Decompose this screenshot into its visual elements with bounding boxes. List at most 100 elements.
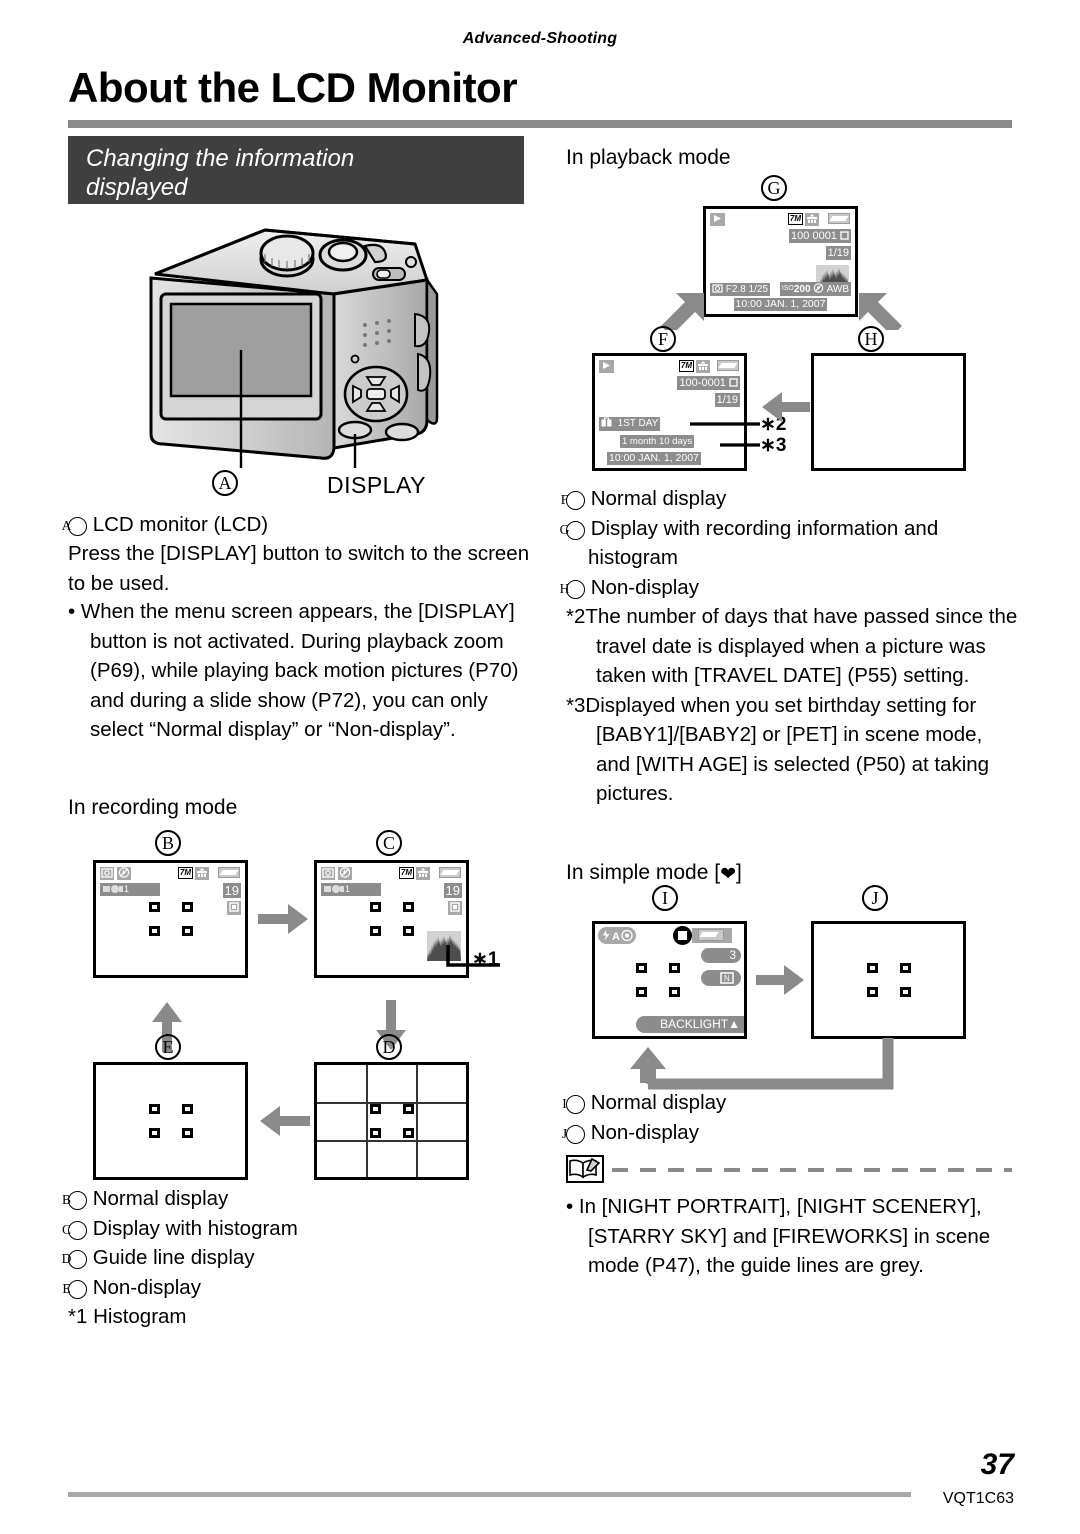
legend-item-c: C Display with histogram: [62, 1214, 538, 1244]
bullet-dot: •: [68, 600, 81, 623]
af-frame: [148, 1104, 193, 1138]
running-head: Advanced-Shooting: [462, 30, 618, 47]
item-a-text: LCD monitor (LCD): [92, 513, 269, 536]
legend-item-j: J Non-display: [562, 1118, 1022, 1148]
battery-icon: [439, 867, 461, 878]
flash-auto-redeye-icon: A: [598, 927, 636, 944]
right-legend: F Normal display G Display with recordin…: [560, 484, 1022, 809]
card-icon-small: [840, 230, 849, 242]
frame-counter: 1/19: [825, 246, 851, 260]
lcd-playback-nondisplay: [811, 353, 966, 471]
section-banner-line1: Changing the information: [86, 145, 355, 172]
document-code: VQT1C63: [942, 1490, 1014, 1507]
star3-callout: ∗3: [760, 435, 787, 456]
circled-letter-f-inline: F: [561, 491, 585, 510]
rec-mode-icon: [321, 867, 335, 880]
aperture-shutter-value: F2.8 1/25: [725, 284, 769, 295]
simple-mode-heading-pre: In simple mode [: [566, 861, 721, 884]
iso-wb-chip: ISO200 AWB: [779, 282, 851, 296]
circled-letter-b: B: [155, 830, 181, 856]
title-divider: [68, 120, 1012, 128]
shots-remaining: 19: [443, 883, 462, 898]
picture-size-badge: 7M: [787, 213, 803, 225]
arrow-b-to-c: [256, 900, 312, 943]
marker-j: J: [862, 885, 888, 911]
battery-chip: [692, 928, 732, 943]
af-frame: [148, 902, 193, 936]
left-legend: B Normal display C Display with histogra…: [62, 1184, 538, 1332]
playback-icon: [710, 213, 725, 226]
left-bullet-1: • When the menu screen appears, the [DIS…: [68, 597, 538, 745]
circled-letter-b-inline: B: [62, 1191, 87, 1210]
legend-item-c-text: Display with histogram: [92, 1216, 298, 1240]
white-balance-value: AWB: [826, 284, 849, 295]
lcd-rec-guideline: [314, 1062, 469, 1180]
lcd-rec-histogram: 7M 1 19: [314, 860, 500, 978]
footnote-1-text: Histogram: [93, 1305, 187, 1328]
footnote-1-marker: *1: [68, 1305, 88, 1328]
circled-letter-c: C: [376, 830, 402, 856]
travel-date-chip: 1ST DAY: [599, 417, 661, 431]
circled-letter-j: J: [862, 885, 888, 911]
lcd-simple-normal: A 3 N BACKLIGHT▲: [592, 921, 747, 1039]
stabilizer-chip: 1: [100, 883, 160, 896]
camera-illustration: [115, 222, 495, 492]
picture-size-badge: 7M: [678, 360, 694, 372]
quality-icon: [416, 867, 430, 880]
folder-file-number: 100 0001: [789, 229, 851, 243]
playback-mode-heading: In playback mode: [566, 146, 731, 169]
legend-item-e-text: Non-display: [92, 1275, 201, 1299]
circled-letter-a-inline: A: [62, 517, 87, 536]
lcd-simple-nondisplay: [811, 921, 966, 1039]
flash-off-icon-small: [813, 283, 826, 295]
folder-file-value: 100-0001: [679, 377, 726, 389]
marker-i: I: [652, 885, 678, 911]
picture-size-badge: 7M: [398, 867, 414, 879]
svg-text:A: A: [612, 931, 620, 943]
marker-g: G: [761, 175, 787, 201]
footnote-1: *1 Histogram: [68, 1302, 538, 1332]
suitcase-icon: [601, 417, 615, 429]
marker-h: H: [858, 326, 884, 352]
recording-mode-heading: In recording mode: [68, 796, 238, 819]
footnote-3-marker: *3: [566, 693, 586, 717]
burst-count-chip: 3: [701, 948, 741, 963]
simple-mode-heading-post: ]: [736, 861, 742, 884]
card-icon: [448, 901, 462, 915]
arrow-i-to-j: [754, 961, 806, 1004]
battery-icon: [717, 360, 739, 371]
folder-file-value: 100 0001: [791, 230, 837, 242]
image-size-chip: N: [701, 970, 741, 986]
frame-counter: 1/19: [714, 393, 740, 407]
iso-prefix: ISO: [781, 285, 794, 292]
legend-item-b-text: Normal display: [92, 1187, 229, 1210]
memo-bullet-text: In [NIGHT PORTRAIT], [NIGHT SCENERY], [S…: [578, 1195, 991, 1277]
circled-letter-g-inline: G: [560, 520, 585, 540]
circled-letter-a: A: [212, 470, 238, 496]
quality-icon: [696, 360, 710, 373]
simple-legend: I Normal display J Non-display: [562, 1088, 1022, 1148]
circled-letter-c-inline: C: [62, 1220, 87, 1240]
heart-icon: ❤: [720, 864, 736, 885]
iso-value: 200: [793, 284, 811, 295]
quality-icon: [195, 867, 209, 880]
exposure-chip: F2.8 1/25: [710, 283, 771, 296]
circled-letter-h-inline: H: [560, 579, 585, 599]
circled-letter-f: F: [650, 326, 676, 352]
marker-d: D: [376, 1034, 402, 1060]
bullet-dot: •: [566, 1195, 579, 1218]
af-frame: [866, 963, 911, 997]
card-icon: [227, 901, 241, 915]
travel-date-value: 1ST DAY: [617, 418, 659, 429]
marker-e: E: [155, 1034, 181, 1060]
simple-mode-heading: In simple mode [❤]: [566, 858, 1022, 890]
stabilizer-value: 1: [124, 884, 130, 894]
flash-off-icon: [338, 867, 352, 880]
footnote-3-text: Displayed when you set birthday setting …: [585, 693, 990, 806]
legend-item-g: G Display with recording information and…: [560, 514, 1022, 573]
af-frame: [369, 1104, 414, 1138]
legend-item-d-text: Guide line display: [92, 1246, 255, 1269]
rec-mode-icon-small: [712, 284, 726, 295]
legend-item-f: F Normal display: [561, 484, 1022, 514]
legend-item-e: E Non-display: [62, 1273, 538, 1303]
